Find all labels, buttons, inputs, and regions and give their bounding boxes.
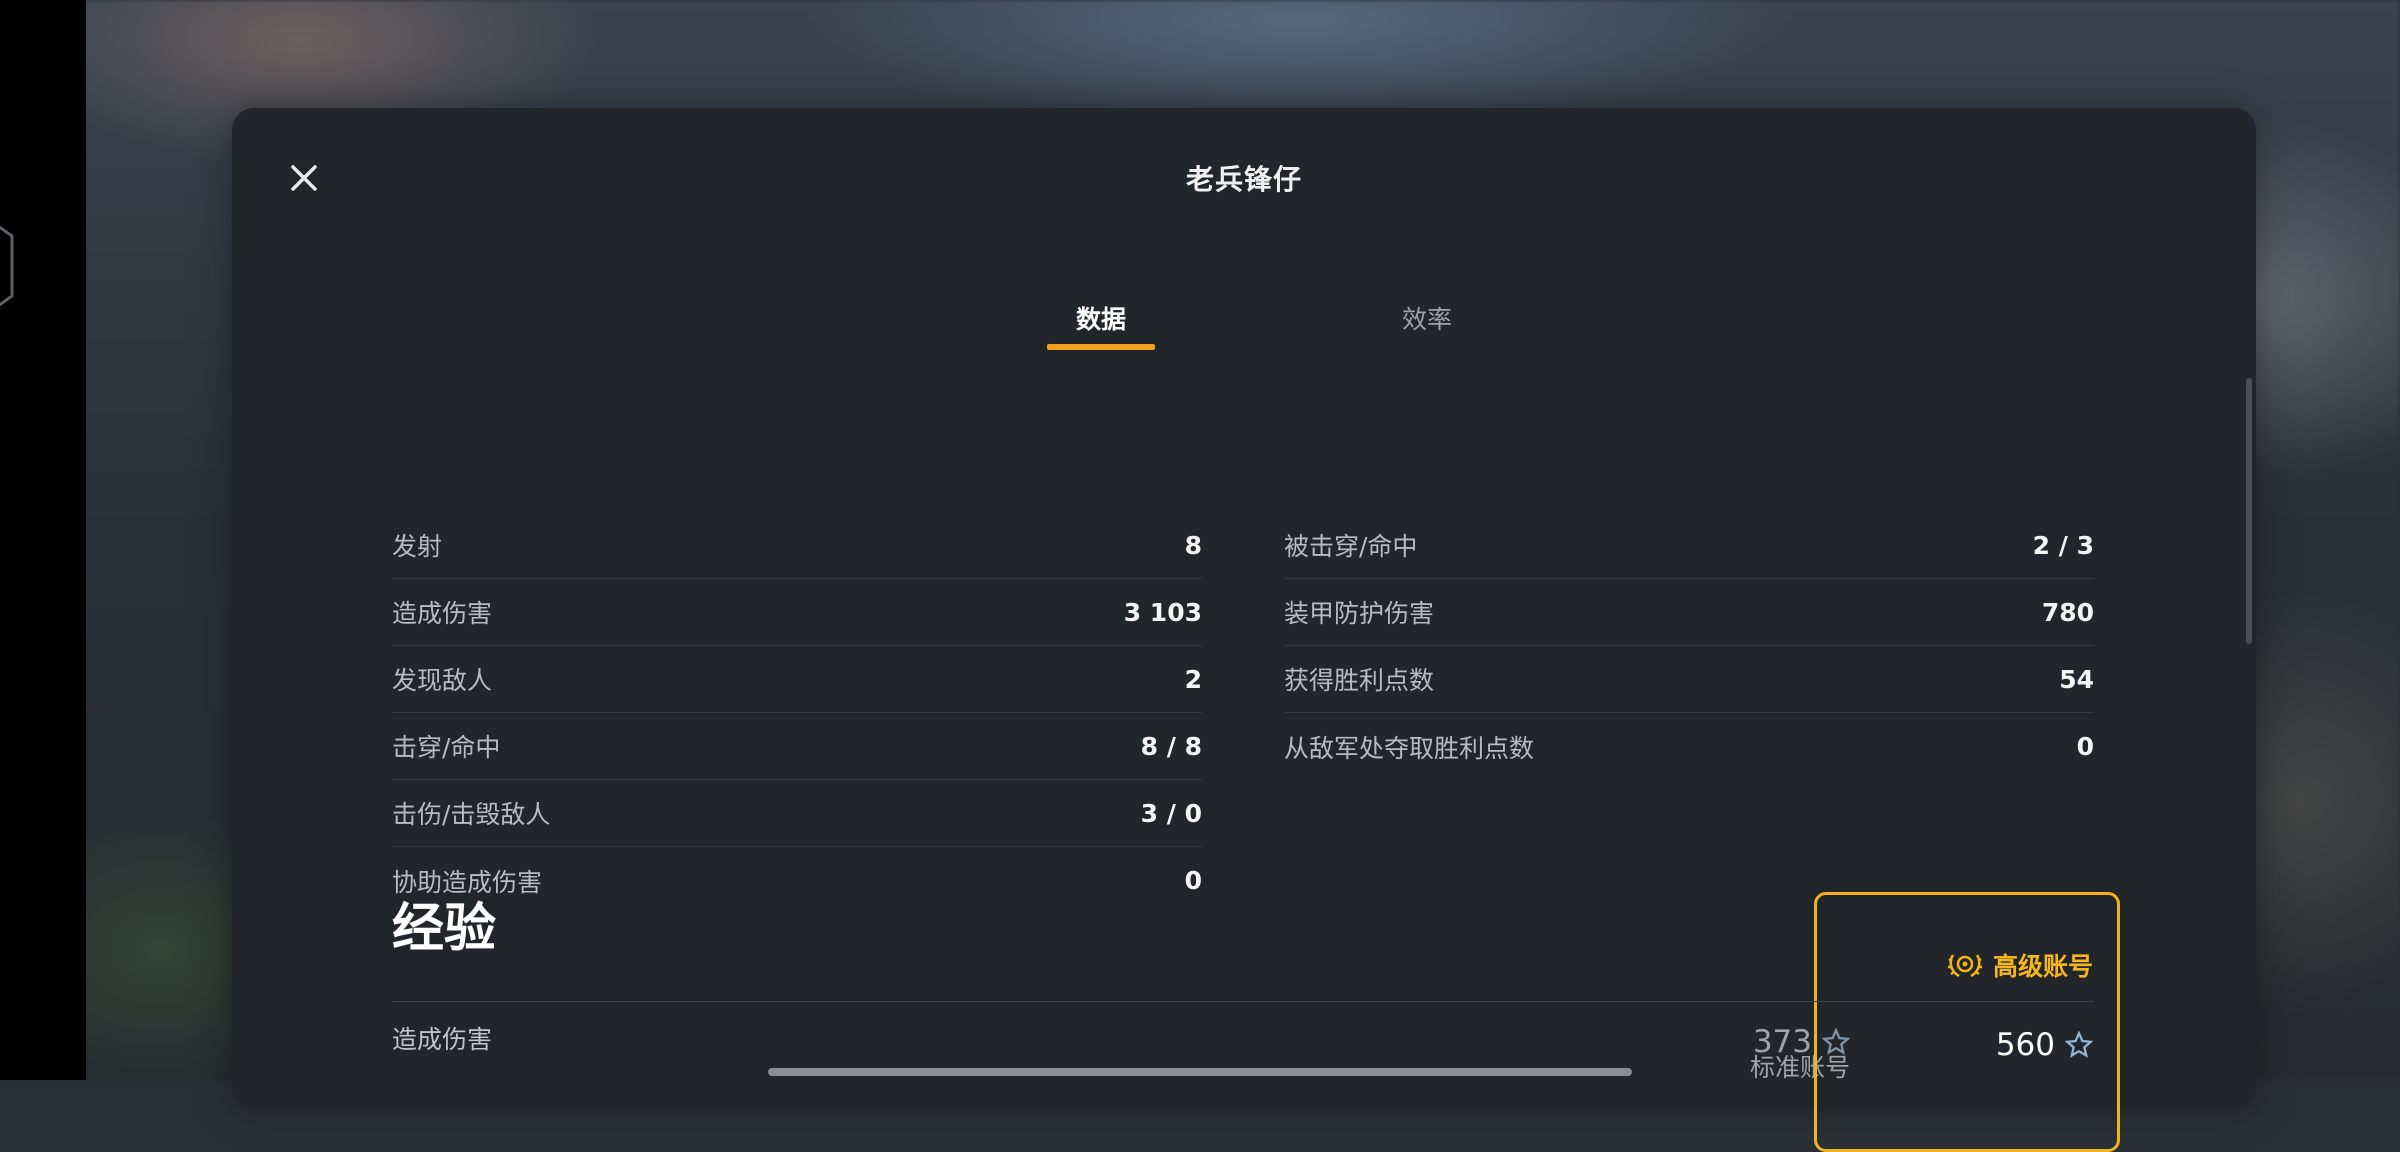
stat-row: 被击穿/命中 2 / 3 xyxy=(1284,512,2094,579)
stat-label: 发射 xyxy=(392,532,443,561)
stat-label: 获得胜利点数 xyxy=(1284,666,1435,695)
premium-value-text: 560 xyxy=(1995,1027,2055,1063)
premium-account-header: 高级账号 xyxy=(1947,947,2093,983)
stat-value: 8 / 8 xyxy=(1140,731,1202,761)
stat-value: 8 xyxy=(1184,530,1202,560)
stat-value: 3 103 xyxy=(1123,597,1202,627)
side-hex-icon xyxy=(0,225,14,307)
stat-row: 击穿/命中 8 / 8 xyxy=(392,713,1202,780)
standard-exp-value: 373 xyxy=(1650,1024,1850,1060)
stat-row: 协助造成伤害 0 xyxy=(392,847,1202,914)
standard-value-text: 373 xyxy=(1752,1024,1812,1060)
active-tab-indicator xyxy=(1047,344,1155,350)
stat-label: 从敌军处夺取胜利点数 xyxy=(1284,733,1535,763)
stat-label: 发现敌人 xyxy=(392,666,493,695)
premium-exp-value: 560 xyxy=(1996,1027,2093,1063)
stat-value: 780 xyxy=(2041,597,2094,627)
stat-row: 从敌军处夺取胜利点数 0 xyxy=(1284,713,2094,780)
stats-list-left: 发射 8 造成伤害 3 103 发现敌人 2 击穿/命中 8 / 8 击伤/击毁… xyxy=(392,512,1202,914)
stat-label: 造成伤害 xyxy=(392,599,493,628)
stat-label: 装甲防护伤害 xyxy=(1284,599,1435,628)
stat-value: 3 / 0 xyxy=(1140,798,1202,828)
stat-row: 击伤/击毁敌人 3 / 0 xyxy=(392,780,1202,847)
stat-row: 获得胜利点数 54 xyxy=(1284,646,2094,713)
stat-row: 装甲防护伤害 780 xyxy=(1284,579,2094,646)
stat-value: 2 / 3 xyxy=(2032,530,2094,560)
stat-value: 0 xyxy=(2076,732,2094,761)
stat-value: 54 xyxy=(2059,664,2094,694)
scrollbar[interactable] xyxy=(2246,378,2252,644)
stat-value: 2 xyxy=(1184,664,1202,694)
star-icon xyxy=(2065,1031,2093,1058)
stat-row: 造成伤害 3 103 xyxy=(392,579,1202,646)
experience-divider xyxy=(392,1001,2094,1002)
tab-bar: 数据 效率 xyxy=(232,286,2256,366)
experience-title: 经验 xyxy=(392,899,497,959)
exp-row-label: 造成伤害 xyxy=(392,1025,493,1054)
stats-dialog: 老兵锋仔 数据 效率 发射 8 造成伤害 3 103 发现敌人 2 击穿/命中 … xyxy=(232,108,2256,1152)
tab-efficiency[interactable]: 效率 xyxy=(1347,286,1507,350)
stats-list-right: 被击穿/命中 2 / 3 装甲防护伤害 780 获得胜利点数 54 从敌军处夺取… xyxy=(1284,512,2094,780)
premium-account-column: 高级账号 560 xyxy=(1814,892,2120,1152)
tab-data[interactable]: 数据 xyxy=(1021,286,1181,350)
stat-value: 0 xyxy=(1184,866,1202,895)
dialog-title: 老兵锋仔 xyxy=(1185,163,1302,196)
left-black-strip xyxy=(0,0,86,1080)
stat-row: 发现敌人 2 xyxy=(392,646,1202,713)
stat-row: 发射 8 xyxy=(392,512,1202,579)
home-indicator[interactable] xyxy=(768,1068,1632,1076)
premium-laurel-icon xyxy=(1947,954,1982,978)
stat-label: 被击穿/命中 xyxy=(1284,532,1418,561)
premium-header-label: 高级账号 xyxy=(1992,952,2093,981)
stat-label: 击伤/击毁敌人 xyxy=(392,800,551,829)
star-icon xyxy=(1822,1028,1850,1055)
stat-label: 击穿/命中 xyxy=(392,733,501,762)
